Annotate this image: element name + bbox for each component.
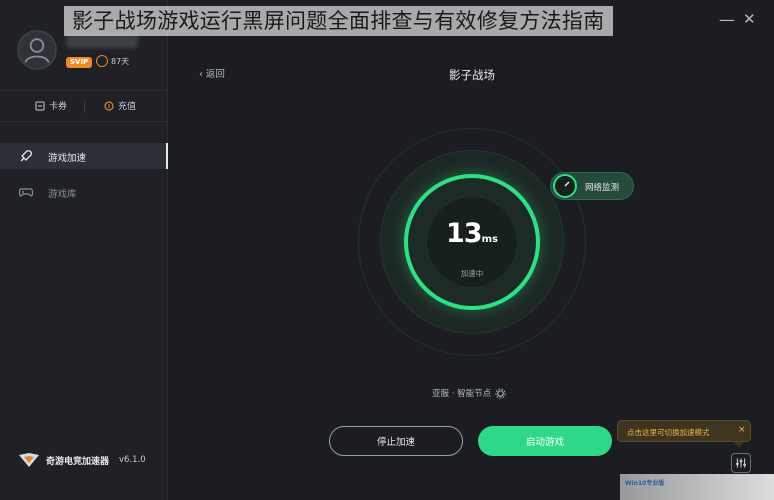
gear-icon bbox=[495, 387, 506, 399]
latency-value: 13 bbox=[446, 218, 483, 249]
network-monitor-label: 网络监测 bbox=[585, 183, 620, 193]
back-button[interactable]: ‹ 返回 bbox=[199, 66, 225, 80]
article-title-overlay: 影子战场游戏运行黑屏问题全面排查与有效修复方法指南 bbox=[64, 6, 613, 36]
latency-readout: 13ms bbox=[436, 218, 508, 249]
brand: 奇游电竞加速器 v6.1.0 bbox=[18, 452, 146, 468]
gauge-icon bbox=[553, 174, 577, 198]
divider bbox=[84, 101, 85, 113]
sidebar-item-game-library[interactable]: 游戏库 bbox=[0, 179, 168, 205]
avatar[interactable] bbox=[17, 30, 57, 70]
sidebar-item-game-speed[interactable]: 游戏加速 bbox=[0, 143, 168, 169]
vip-badge: SVIP bbox=[66, 57, 93, 68]
rocket-icon bbox=[20, 150, 32, 162]
sidebar-item-label: 游戏加速 bbox=[48, 153, 87, 164]
ticket-bar: 卡券 充值 bbox=[0, 90, 168, 122]
card-voucher-button[interactable]: 卡券 bbox=[35, 99, 67, 112]
sidebar-item-label: 游戏库 bbox=[48, 189, 77, 200]
recharge-label: 充值 bbox=[118, 102, 137, 112]
brand-name: 奇游电竞加速器 bbox=[46, 456, 110, 467]
chevron-left-icon: ‹ bbox=[199, 69, 206, 80]
tooltip-arrow bbox=[734, 442, 744, 448]
watermark-text: Win10专业版 bbox=[625, 480, 665, 487]
card-voucher-label: 卡券 bbox=[49, 102, 68, 112]
start-game-button[interactable]: 启动游戏 bbox=[478, 426, 612, 456]
mode-tooltip: 点击这里可切换加速模式 × bbox=[617, 420, 751, 442]
username bbox=[66, 34, 138, 48]
stop-acceleration-button[interactable]: 停止加速 bbox=[329, 426, 463, 456]
latency-unit: ms bbox=[481, 234, 498, 245]
mode-switch-button[interactable] bbox=[731, 453, 751, 473]
tooltip-close-button[interactable]: × bbox=[738, 425, 746, 435]
server-node-selector[interactable]: 亚服 · 智能节点 bbox=[432, 387, 506, 399]
close-button[interactable]: ✕ bbox=[743, 10, 756, 28]
minimize-button[interactable]: — bbox=[719, 10, 735, 29]
sliders-icon bbox=[736, 458, 746, 468]
ticket-icon bbox=[35, 101, 45, 110]
recharge-button[interactable]: 充值 bbox=[104, 99, 136, 112]
coin-icon bbox=[104, 100, 114, 111]
game-title: 影子战场 bbox=[449, 68, 495, 82]
version: v6.1.0 bbox=[119, 455, 146, 465]
watermark: Win10专业版 bbox=[620, 474, 774, 500]
server-label: 亚服 · 智能节点 bbox=[432, 389, 492, 399]
tooltip-text: 点击这里可切换加速模式 bbox=[627, 428, 710, 437]
status-text: 加速中 bbox=[460, 269, 484, 278]
sidebar: SVIP 87天 卡券 充值 游戏加速 游戏库 奇游电竞加速器 v6.1.0 bbox=[0, 0, 168, 500]
clock-icon bbox=[96, 55, 108, 67]
network-monitor-button[interactable]: 网络监测 bbox=[550, 172, 634, 200]
gamepad-icon bbox=[18, 188, 34, 197]
remaining-days: 87天 bbox=[111, 57, 130, 66]
back-label: 返回 bbox=[205, 69, 225, 80]
logo-icon bbox=[19, 453, 39, 467]
